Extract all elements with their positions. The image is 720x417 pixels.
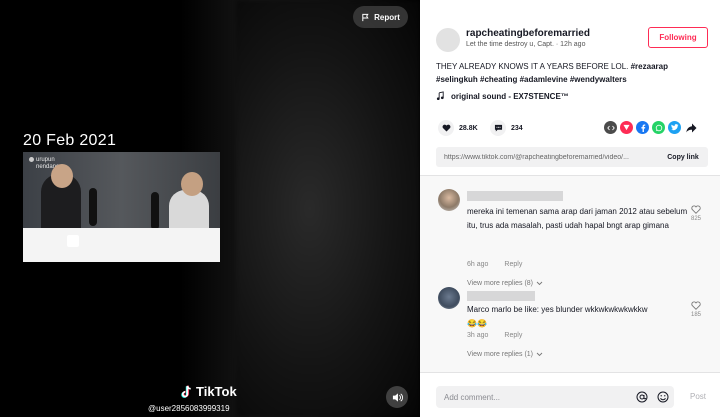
comment-time: 3h ago bbox=[467, 332, 489, 339]
clip-table bbox=[23, 228, 220, 262]
share-arrow-icon[interactable] bbox=[686, 123, 697, 133]
post-caption: THEY ALREADY KNOWS IT A YEARS BEFORE LOL… bbox=[436, 60, 708, 86]
view-more-replies[interactable]: View more replies (1) bbox=[467, 351, 543, 358]
clip-head-right bbox=[181, 172, 203, 196]
report-button[interactable]: Report bbox=[353, 6, 408, 28]
author-subtitle: Let the time destroy u, Capt. · 12h ago bbox=[466, 41, 586, 48]
comment-button[interactable] bbox=[490, 120, 506, 136]
whatsapp-share-button[interactable] bbox=[652, 121, 665, 134]
mention-icon[interactable] bbox=[636, 391, 648, 403]
facebook-icon bbox=[640, 123, 645, 132]
heart-outline-icon bbox=[691, 301, 701, 310]
like-button[interactable] bbox=[438, 120, 454, 136]
video-blur-right bbox=[236, 0, 420, 417]
twitter-share-button[interactable] bbox=[668, 121, 681, 134]
clip-logo-line1: urupun bbox=[36, 157, 55, 164]
volume-icon bbox=[392, 392, 403, 402]
caption-hashtag[interactable]: #rezaarap bbox=[631, 62, 668, 71]
share-buttons bbox=[604, 121, 697, 134]
chevron-down-icon bbox=[536, 281, 543, 286]
tiktok-logo-icon bbox=[181, 385, 191, 398]
tiktok-watermark: TikTok bbox=[180, 384, 237, 399]
post-comment-button[interactable]: Post bbox=[690, 392, 706, 401]
clip-microphone bbox=[89, 188, 97, 226]
sound-name: original sound - EX7STENCE™ bbox=[451, 91, 569, 101]
caption-hashtags[interactable]: #selingkuh #cheating #adamlevine #wendyw… bbox=[436, 75, 627, 84]
chevron-down-icon bbox=[536, 352, 543, 357]
comment-count: 234 bbox=[511, 124, 523, 132]
commenter-avatar[interactable] bbox=[438, 287, 460, 309]
comment-like[interactable]: 825 bbox=[686, 205, 706, 222]
video-date-overlay: 20 Feb 2021 bbox=[23, 132, 117, 149]
comment-stat[interactable]: 234 bbox=[490, 120, 523, 136]
video-player[interactable]: 20 Feb 2021 urupun nendang Report TikTok… bbox=[0, 0, 420, 417]
report-label: Report bbox=[374, 12, 400, 22]
flag-icon bbox=[362, 13, 369, 21]
comment-like-count: 185 bbox=[690, 312, 701, 318]
whatsapp-icon bbox=[655, 124, 662, 131]
comment-emoji: 😂😂 bbox=[467, 319, 487, 328]
music-note-icon bbox=[436, 91, 444, 101]
clip-head-left bbox=[51, 164, 73, 188]
view-more-replies-label: View more replies (8) bbox=[467, 280, 534, 287]
comment-like-count: 825 bbox=[690, 216, 701, 222]
view-more-replies[interactable]: View more replies (8) bbox=[467, 280, 543, 287]
reply-button[interactable]: Reply bbox=[504, 332, 522, 339]
comment-composer: Post bbox=[420, 372, 720, 417]
copy-link-box: https://www.tiktok.com/@rapcheatingbefor… bbox=[436, 147, 708, 167]
commenter-name-redacted[interactable] bbox=[467, 191, 563, 201]
send-to-friends-button[interactable] bbox=[620, 121, 633, 134]
like-stat[interactable]: 28.8K bbox=[438, 120, 478, 136]
following-button[interactable]: Following bbox=[648, 27, 708, 48]
comment-text-body: Marco marlo be like: yes blunder wkkwkwk… bbox=[467, 305, 648, 314]
facebook-share-button[interactable] bbox=[636, 121, 649, 134]
clip-mug bbox=[67, 235, 79, 247]
emoji-icon[interactable] bbox=[657, 391, 669, 403]
embed-share-button[interactable] bbox=[604, 121, 617, 134]
reply-button[interactable]: Reply bbox=[504, 261, 522, 268]
caption-text: THEY ALREADY KNOWS IT A YEARS BEFORE LOL… bbox=[436, 62, 629, 71]
send-icon bbox=[623, 124, 630, 131]
video-clip-image: urupun nendang bbox=[23, 152, 220, 262]
comment-meta: 6h ago Reply bbox=[467, 261, 522, 268]
post-details-panel: rapcheatingbeforemarried Let the time de… bbox=[420, 0, 720, 417]
copy-link-button[interactable]: Copy link bbox=[658, 154, 708, 161]
volume-button[interactable] bbox=[386, 386, 408, 408]
author-avatar[interactable] bbox=[436, 28, 460, 52]
comment-text: Marco marlo be like: yes blunder wkkwkwk… bbox=[467, 303, 689, 331]
author-name[interactable]: rapcheatingbeforemarried bbox=[466, 28, 590, 39]
comment-meta: 3h ago Reply bbox=[467, 332, 522, 339]
clip-microphone bbox=[151, 192, 159, 230]
comment-time: 6h ago bbox=[467, 261, 489, 268]
comment-list[interactable]: mereka ini temenan sama arap dari jaman … bbox=[420, 176, 720, 372]
comment-like[interactable]: 185 bbox=[686, 301, 706, 318]
heart-icon bbox=[442, 124, 450, 132]
video-link[interactable]: https://www.tiktok.com/@rapcheatingbefor… bbox=[436, 154, 658, 161]
twitter-icon bbox=[670, 124, 678, 131]
embed-icon bbox=[606, 125, 615, 130]
tiktok-brand: TikTok bbox=[196, 384, 237, 399]
clip-logo-dot bbox=[29, 157, 34, 162]
heart-outline-icon bbox=[691, 205, 701, 214]
view-more-replies-label: View more replies (1) bbox=[467, 351, 534, 358]
video-username: @user2856083999319 bbox=[148, 404, 230, 413]
comment-text: mereka ini temenan sama arap dari jaman … bbox=[467, 207, 688, 230]
like-count: 28.8K bbox=[459, 124, 478, 132]
comment-icon bbox=[494, 124, 502, 132]
commenter-name-redacted[interactable] bbox=[467, 291, 535, 301]
sound-link[interactable]: original sound - EX7STENCE™ bbox=[436, 91, 569, 101]
commenter-avatar[interactable] bbox=[438, 189, 460, 211]
